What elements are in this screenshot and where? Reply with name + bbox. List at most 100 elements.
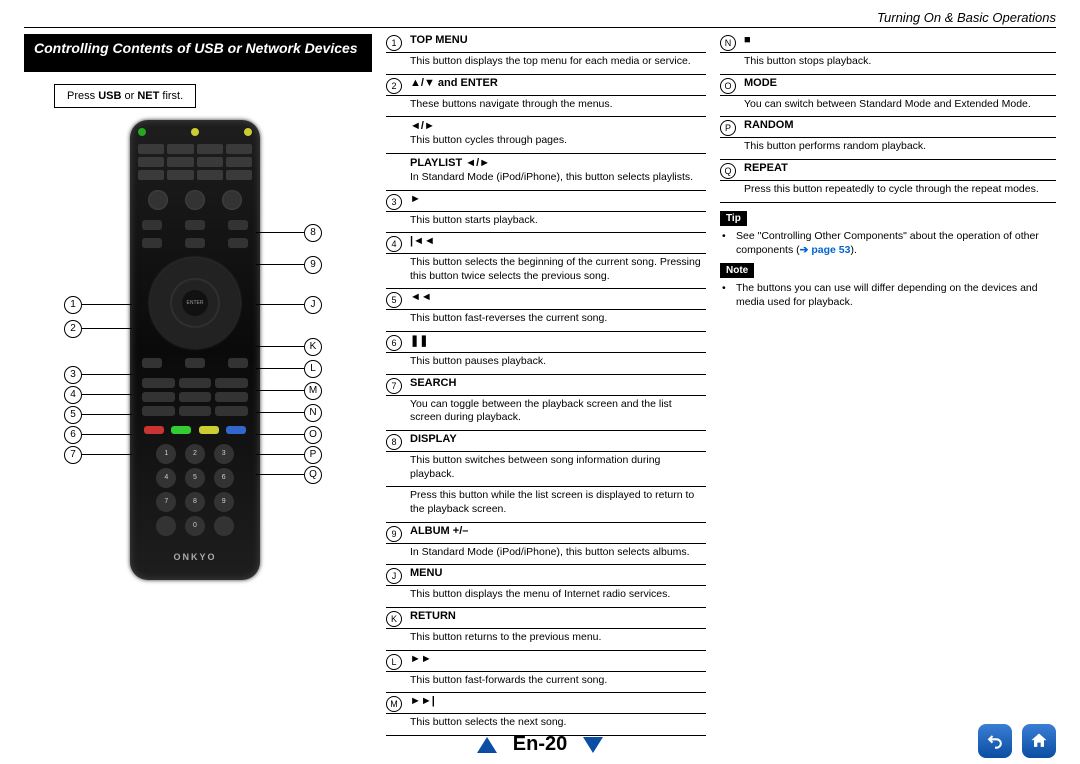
item-number: 6 <box>386 335 402 351</box>
item-desc: This button displays the menu of Interne… <box>386 586 706 608</box>
item-number: L <box>386 654 402 670</box>
item-title: ► <box>410 193 421 205</box>
definition-item: N ■ This button stops playback. <box>720 34 1056 75</box>
callout-3: 3 <box>64 366 82 384</box>
item-title: MENU <box>410 567 442 579</box>
item-desc: You can switch between Standard Mode and… <box>720 96 1056 118</box>
note-bullet: • The buttons you can use will differ de… <box>720 278 1056 309</box>
item-title: |◄◄ <box>410 235 435 247</box>
definition-item: J MENU This button displays the menu of In… <box>386 567 706 608</box>
item-title: RETURN <box>410 610 456 622</box>
page-footer: En-20 <box>0 733 1080 756</box>
definition-item: 7SEARCHYou can toggle between the playba… <box>386 377 706 431</box>
definition-item: 9 ALBUM +/– In Standard Mode (iPod/iPhone)… <box>386 525 706 566</box>
item-title: TOP MENU <box>410 34 468 46</box>
item-desc: This button fast-forwards the current so… <box>386 672 706 694</box>
item-number: 5 <box>386 292 402 308</box>
item-desc: Press this button repeatedly to cycle th… <box>720 181 1056 203</box>
home-icon[interactable] <box>1022 724 1056 758</box>
item-title: SEARCH <box>410 377 456 389</box>
note-label: Note <box>720 263 754 278</box>
item-desc: You can toggle between the playback scre… <box>386 396 706 431</box>
callout-13: M <box>304 382 322 400</box>
item-title: ►►| <box>410 695 435 707</box>
item-number: 1 <box>386 35 402 51</box>
callout-14: N <box>304 404 322 422</box>
definition-item: 8 DISPLAY This button switches between son… <box>386 433 706 523</box>
callout-7: 7 <box>64 446 82 464</box>
column-3: N ■ This button stops playback.OMODEYou ca… <box>720 34 1056 738</box>
item-title: REPEAT <box>744 162 788 174</box>
column-2: 1 TOP MENU This button displays the top me… <box>386 34 706 738</box>
item-number: N <box>720 35 736 51</box>
item-desc: This button selects the beginning of the… <box>386 254 706 289</box>
item-title: ❚❚ <box>410 334 428 347</box>
callout-8: 8 <box>304 224 322 242</box>
definition-item: 5◄◄This button fast-reverses the current… <box>386 291 706 332</box>
item-sub-desc: This button cycles through pages. <box>386 132 706 154</box>
callout-2: 2 <box>64 320 82 338</box>
definition-item: M►►|This button selects the next song. <box>386 695 706 736</box>
tip-bullet: • See "Controlling Other Components" abo… <box>720 226 1056 257</box>
item-subtitle: PLAYLIST ◄/► <box>386 154 706 169</box>
definition-item: 4 |◄◄ This button selects the beginning of… <box>386 235 706 289</box>
back-icon[interactable] <box>978 724 1012 758</box>
remote-body: ENTER 123 456 789 0 ONKYO <box>130 120 260 580</box>
item-desc: This button displays the top menu for ea… <box>386 53 706 75</box>
callout-5: 5 <box>64 406 82 424</box>
callout-17: Q <box>304 466 322 484</box>
item-title: ►► <box>410 653 432 665</box>
item-desc: This button switches between song inform… <box>386 452 706 487</box>
item-sub-desc: In Standard Mode (iPod/iPhone), this but… <box>386 169 706 191</box>
item-subtitle: ◄/► <box>386 117 706 132</box>
item-desc: This button pauses playback. <box>386 353 706 375</box>
tip-label: Tip <box>720 211 747 226</box>
page-link[interactable]: ➔ page 53 <box>800 244 851 256</box>
prev-page-icon[interactable] <box>477 737 497 753</box>
callout-1: 1 <box>64 296 82 314</box>
item-desc: This button stops playback. <box>720 53 1056 75</box>
item-number: P <box>720 120 736 136</box>
item-number: M <box>386 696 402 712</box>
callout-16: P <box>304 446 322 464</box>
item-desc: This button performs random playback. <box>720 138 1056 160</box>
item-desc: In Standard Mode (iPod/iPhone), this but… <box>386 544 706 566</box>
next-page-icon[interactable] <box>583 737 603 753</box>
item-number: 2 <box>386 78 402 94</box>
item-title: DISPLAY <box>410 433 457 445</box>
breadcrumb: Turning On & Basic Operations <box>877 10 1056 25</box>
callout-11: K <box>304 338 322 356</box>
item-number: 4 <box>386 236 402 252</box>
definition-item: P RANDOM This button performs random playb… <box>720 119 1056 160</box>
definition-item: Q REPEAT Press this button repeatedly to c… <box>720 162 1056 203</box>
item-number: 3 <box>386 194 402 210</box>
definition-item: KRETURNThis button returns to the previo… <box>386 610 706 651</box>
callout-9: 9 <box>304 256 322 274</box>
definition-item: L ►► This button fast-forwards the current… <box>386 653 706 694</box>
remote-brand: ONKYO <box>130 542 260 562</box>
item-title: RANDOM <box>744 119 794 131</box>
page-number: En-20 <box>513 733 567 756</box>
section-title: Controlling Contents of USB or Network D… <box>24 34 372 72</box>
item-title: ▲/▼ and ENTER <box>410 77 498 89</box>
definition-item: 2 ▲/▼ and ENTER These buttons navigate thr… <box>386 77 706 191</box>
item-number: 9 <box>386 526 402 542</box>
page-header: Turning On & Basic Operations <box>24 10 1056 28</box>
item-title: ALBUM +/– <box>410 525 468 537</box>
item-number: Q <box>720 163 736 179</box>
definition-item: 3 ► This button starts playback. <box>386 193 706 234</box>
definition-item: 1 TOP MENU This button displays the top me… <box>386 34 706 75</box>
item-desc: This button fast-reverses the current so… <box>386 310 706 332</box>
item-desc: These buttons navigate through the menus… <box>386 96 706 118</box>
item-number: 8 <box>386 434 402 450</box>
callout-6: 6 <box>64 426 82 444</box>
definition-item: OMODEYou can switch between Standard Mod… <box>720 77 1056 118</box>
remote-diagram: ENTER 123 456 789 0 ONKYO <box>24 120 372 600</box>
item-title: MODE <box>744 77 777 89</box>
item-number: J <box>386 568 402 584</box>
definition-item: 6 ❚❚ This button pauses playback. <box>386 334 706 375</box>
callout-10: J <box>304 296 322 314</box>
item-desc: This button starts playback. <box>386 212 706 234</box>
item-desc: This button returns to the previous menu… <box>386 629 706 651</box>
item-title: ■ <box>744 34 751 46</box>
